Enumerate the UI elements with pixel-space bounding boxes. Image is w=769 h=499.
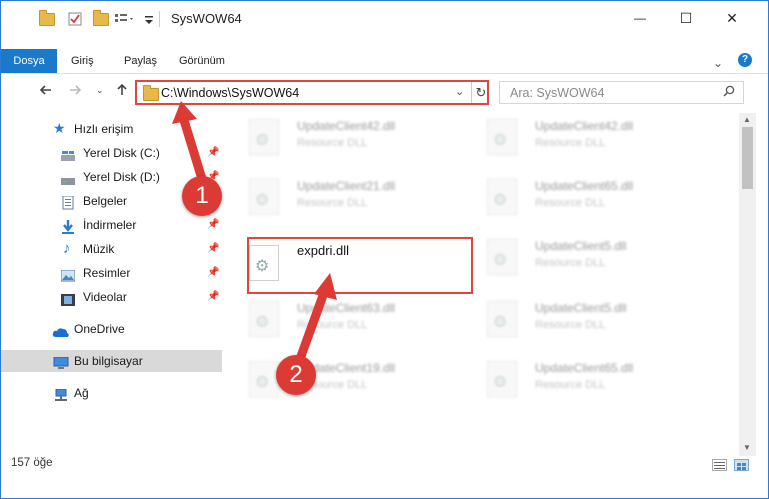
new-folder-icon[interactable] xyxy=(93,9,109,27)
vertical-scrollbar[interactable]: ▲ ▼ xyxy=(739,113,756,456)
file-item[interactable]: UpdateClient42.dll Resource DLL xyxy=(471,113,701,161)
pin-icon[interactable]: 📌 xyxy=(207,238,219,260)
folder-icon xyxy=(143,85,159,101)
pin-icon[interactable]: 📌 xyxy=(207,142,219,164)
document-icon xyxy=(61,195,75,210)
sidebar-item-music[interactable]: ♪ Müzik 📌 xyxy=(1,238,222,260)
drive-icon xyxy=(61,147,75,161)
item-count: 157 öğe xyxy=(11,457,53,469)
file-item[interactable]: UpdateClient19.dll Resource DLL xyxy=(233,355,463,403)
navigation-bar: ⌄ C:\Windows\SysWOW64 ⌄ ↻ Ara: SysWOW64 xyxy=(1,78,768,108)
forward-arrow-icon[interactable] xyxy=(68,83,82,100)
search-box[interactable]: Ara: SysWOW64 xyxy=(499,81,744,104)
scroll-up-icon[interactable]: ▲ xyxy=(743,115,751,124)
ribbon-expand-icon[interactable]: ⌄ xyxy=(713,51,723,75)
tab-home[interactable]: Giriş xyxy=(71,49,94,73)
ribbon-tabs: Dosya Giriş Paylaş Görünüm ⌄ ? xyxy=(1,49,768,74)
back-arrow-icon[interactable] xyxy=(39,83,53,100)
sidebar-item-onedrive[interactable]: OneDrive xyxy=(1,318,222,340)
sidebar-item-network[interactable]: Ağ xyxy=(1,382,222,404)
refresh-icon[interactable]: ↻ xyxy=(471,82,490,103)
dll-file-icon xyxy=(249,361,279,397)
view-options-icon[interactable] xyxy=(114,11,136,27)
dll-file-icon xyxy=(487,361,517,397)
star-icon: ★ xyxy=(53,120,66,136)
dll-file-icon xyxy=(249,301,279,337)
title-bar: SysWOW64 — ☐ ✕ xyxy=(1,1,768,37)
file-explorer-window: SysWOW64 — ☐ ✕ Dosya Giriş Paylaş Görünü… xyxy=(0,0,769,499)
file-item[interactable]: UpdateClient5.dll Resource DLL xyxy=(471,233,701,281)
close-button[interactable]: ✕ xyxy=(709,1,755,35)
up-arrow-icon[interactable] xyxy=(115,83,129,100)
maximize-button[interactable]: ☐ xyxy=(663,1,709,35)
properties-icon[interactable] xyxy=(68,11,82,27)
status-bar: 157 öğe xyxy=(1,453,768,475)
pin-icon[interactable]: 📌 xyxy=(207,286,219,308)
picture-icon xyxy=(60,267,76,282)
chevron-down-icon[interactable]: ⌄ xyxy=(455,85,464,98)
tab-view[interactable]: Görünüm xyxy=(179,49,225,73)
step-1-badge: 1 xyxy=(182,176,222,216)
sidebar-item-quick-access[interactable]: ★ Hızlı erişim xyxy=(1,118,222,140)
file-item[interactable]: UpdateClient65.dll Resource DLL xyxy=(471,173,701,221)
pin-icon[interactable]: 📌 xyxy=(207,262,219,284)
computer-icon xyxy=(53,355,69,369)
file-item[interactable]: UpdateClient5.dll Resource DLL xyxy=(471,295,701,343)
minimize-button[interactable]: — xyxy=(617,1,663,35)
dll-file-icon xyxy=(487,301,517,337)
scrollbar-thumb[interactable] xyxy=(742,127,753,189)
help-icon[interactable]: ? xyxy=(738,53,752,67)
cloud-icon xyxy=(52,323,69,337)
scroll-down-icon[interactable]: ▼ xyxy=(743,443,751,452)
address-bar[interactable]: C:\Windows\SysWOW64 ⌄ ↻ xyxy=(135,80,489,105)
sidebar-item-local-disk-c[interactable]: Yerel Disk (C:) 📌 xyxy=(1,142,222,164)
dll-file-icon xyxy=(487,179,517,215)
dll-file-icon xyxy=(249,179,279,215)
large-icons-view-icon[interactable] xyxy=(734,459,749,471)
navigation-pane: ★ Hızlı erişim Yerel Disk (C:) 📌 Yerel D… xyxy=(1,113,222,443)
recent-locations-icon[interactable]: ⌄ xyxy=(96,85,104,96)
customize-toolbar-icon[interactable] xyxy=(144,11,154,27)
download-icon xyxy=(61,219,75,234)
tab-file[interactable]: Dosya xyxy=(1,49,57,73)
file-item[interactable]: UpdateClient65.dll Resource DLL xyxy=(471,355,701,403)
window-title: SysWOW64 xyxy=(171,11,242,26)
network-icon xyxy=(53,387,67,401)
tab-share[interactable]: Paylaş xyxy=(124,49,157,73)
pin-icon[interactable]: 📌 xyxy=(207,214,219,236)
drive-icon xyxy=(61,171,75,185)
file-item[interactable]: UpdateClient63.dll Resource DLL xyxy=(233,295,463,343)
file-item[interactable]: UpdateClient21.dll Resource DLL xyxy=(233,173,463,221)
details-view-icon[interactable] xyxy=(712,459,727,471)
dll-file-icon xyxy=(487,119,517,155)
sidebar-item-this-pc[interactable]: Bu bilgisayar xyxy=(1,350,222,372)
dll-file-icon xyxy=(249,119,279,155)
search-icon xyxy=(723,85,735,100)
title-separator xyxy=(159,11,160,27)
video-icon xyxy=(61,291,75,306)
sidebar-item-downloads[interactable]: İndirmeler 📌 xyxy=(1,214,222,236)
step-2-badge: 2 xyxy=(276,355,316,395)
search-input[interactable]: Ara: SysWOW64 xyxy=(510,86,604,100)
highlight-box xyxy=(247,237,473,294)
dll-file-icon xyxy=(487,239,517,275)
music-icon: ♪ xyxy=(63,240,71,257)
folder-icon xyxy=(39,9,55,27)
sidebar-item-videos[interactable]: Videolar 📌 xyxy=(1,286,222,308)
file-item[interactable]: UpdateClient42.dll Resource DLL xyxy=(233,113,463,161)
address-path[interactable]: C:\Windows\SysWOW64 xyxy=(161,86,299,100)
sidebar-item-pictures[interactable]: Resimler 📌 xyxy=(1,262,222,284)
